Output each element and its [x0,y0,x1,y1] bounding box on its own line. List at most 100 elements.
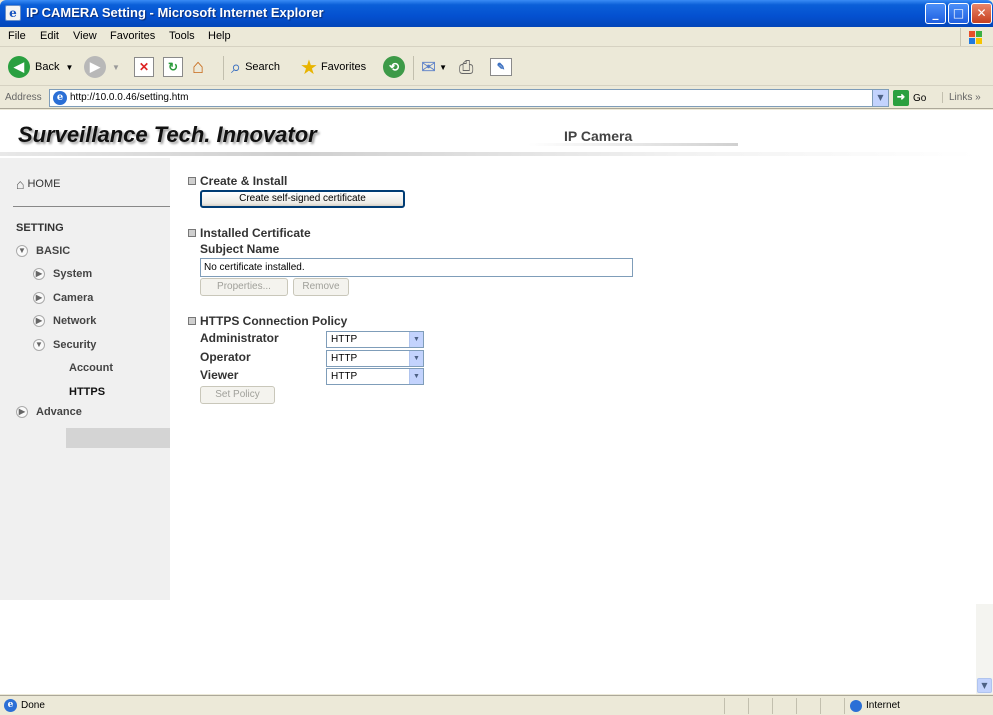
home-button[interactable]: ⌂ [192,54,204,80]
refresh-icon: ↻ [163,57,183,77]
subject-name-field[interactable]: No certificate installed. [200,258,633,277]
create-certificate-button[interactable]: Create self-signed certificate [200,190,405,208]
page-viewport: Surveillance Tech. Innovator IP Camera ⌂… [0,110,976,694]
minimize-button[interactable]: _ [925,3,946,24]
menu-edit[interactable]: Edit [40,30,59,42]
sidebar-heading-setting: SETTING [16,222,64,234]
administrator-label: Administrator [200,331,279,345]
go-arrow-icon: ➜ [893,90,909,106]
favorites-button[interactable]: ★ Favorites [300,54,366,80]
section-bullet-icon [188,229,196,237]
maximize-button[interactable]: □ [948,3,969,24]
operator-select[interactable]: HTTP ▼ [326,350,424,367]
chevron-down-icon: ▼ [409,351,423,366]
chevron-down-icon: ▼ [33,339,45,351]
edit-button[interactable]: ✎ [490,54,512,80]
set-policy-button[interactable]: Set Policy [200,386,275,404]
chevron-down-icon[interactable]: ▼ [872,90,888,106]
toolbar: ◀ Back ▼ ▶ ▼ ✕ ↻ ⌂ ⌕ Search ★ Favorites … [0,48,993,86]
properties-button[interactable]: Properties... [200,278,288,296]
sidebar-active-highlight [66,428,170,448]
forward-arrow-icon: ▶ [84,56,106,78]
chevron-down-icon: ▼ [16,245,28,257]
sidebar-item-system[interactable]: ▶ System [33,268,92,280]
menu-view[interactable]: View [73,30,97,42]
windows-logo-icon [960,28,986,46]
sidebar-item-account[interactable]: Account [69,362,113,374]
subject-name-label: Subject Name [200,242,280,256]
ie-page-icon: e [53,91,67,105]
chevron-down-icon: ▼ [112,62,120,72]
address-label: Address [5,92,42,103]
sidebar-item-camera[interactable]: ▶ Camera [33,292,93,304]
search-icon: ⌕ [231,56,242,77]
sidebar-item-home[interactable]: ⌂ HOME [16,176,60,192]
scroll-down-icon[interactable]: ▼ [977,678,992,693]
status-text: Done [21,700,45,711]
window-title: IP CAMERA Setting - Microsoft Internet E… [26,5,324,20]
go-button[interactable]: ➜ Go [893,90,926,106]
stop-icon: ✕ [134,57,154,77]
section-bullet-icon [188,177,196,185]
back-button[interactable]: ◀ Back ▼ [8,54,73,80]
ie-page-icon: e [4,699,17,712]
links-toolbar[interactable]: Links » [942,92,981,103]
print-icon: ⎙ [459,56,474,77]
sidebar-item-basic[interactable]: ▼ BASIC [16,245,70,257]
operator-label: Operator [200,350,251,364]
installed-certificate-heading: Installed Certificate [188,226,311,240]
section-bullet-icon [188,317,196,325]
address-bar: Address e http://10.0.0.46/setting.htm ▼… [0,87,993,109]
sidebar-item-advance[interactable]: ▶ Advance [16,406,82,418]
home-icon: ⌂ [16,176,25,192]
sidebar: ⌂ HOME SETTING ▼ BASIC ▶ System ▶ Camera… [0,158,170,600]
address-url: http://10.0.0.46/setting.htm [70,92,189,103]
favorites-star-icon: ★ [300,56,318,79]
chevron-right-icon: ▶ [33,268,45,280]
history-icon: ⟲ [383,56,405,78]
viewer-label: Viewer [200,368,239,382]
chevron-down-icon: ▼ [65,62,74,72]
banner-title: Surveillance Tech. Innovator [18,122,317,147]
chevron-down-icon: ▼ [409,369,423,384]
close-button[interactable]: ✕ [971,3,992,24]
chevron-down-icon: ▼ [439,62,448,72]
title-bar: e IP CAMERA Setting - Microsoft Internet… [0,0,993,27]
https-policy-heading: HTTPS Connection Policy [188,314,347,328]
edit-page-icon: ✎ [490,58,512,76]
forward-button[interactable]: ▶ ▼ [84,54,120,80]
chevron-down-icon: ▼ [409,332,423,347]
refresh-button[interactable]: ↻ [163,54,183,80]
status-bar: e Done Internet [0,695,993,715]
search-button[interactable]: ⌕ Search [231,54,280,80]
menu-help[interactable]: Help [208,30,231,42]
remove-button[interactable]: Remove [293,278,349,296]
internet-zone-icon [850,700,862,712]
mail-button[interactable]: ✉ ▼ [421,54,447,80]
banner-product: IP Camera [564,128,633,144]
viewer-select[interactable]: HTTP ▼ [326,368,424,385]
chevron-right-icon: ▶ [33,315,45,327]
administrator-select[interactable]: HTTP ▼ [326,331,424,348]
sidebar-item-network[interactable]: ▶ Network [33,315,96,327]
sidebar-item-security[interactable]: ▼ Security [33,339,96,351]
mail-icon: ✉ [421,56,437,77]
chevron-right-icon: ▶ [16,406,28,418]
menu-tools[interactable]: Tools [169,30,195,42]
back-arrow-icon: ◀ [8,56,30,78]
address-input[interactable]: e http://10.0.0.46/setting.htm ▼ [49,89,889,107]
chevron-right-icon: ▶ [33,292,45,304]
menu-favorites[interactable]: Favorites [110,30,155,42]
ie-page-icon: e [5,5,21,21]
menu-file[interactable]: File [8,30,26,42]
print-button[interactable]: ⎙ [459,54,473,80]
menu-bar: File Edit View Favorites Tools Help [0,27,993,47]
home-icon: ⌂ [192,55,205,78]
stop-button[interactable]: ✕ [134,54,154,80]
history-button[interactable]: ⟲ [383,54,405,80]
sidebar-item-https[interactable]: HTTPS [69,386,105,398]
create-install-heading: Create & Install [188,174,287,188]
security-zone: Internet [866,700,900,711]
banner-divider [0,152,976,156]
vertical-scrollbar[interactable]: ▼ [976,110,993,694]
